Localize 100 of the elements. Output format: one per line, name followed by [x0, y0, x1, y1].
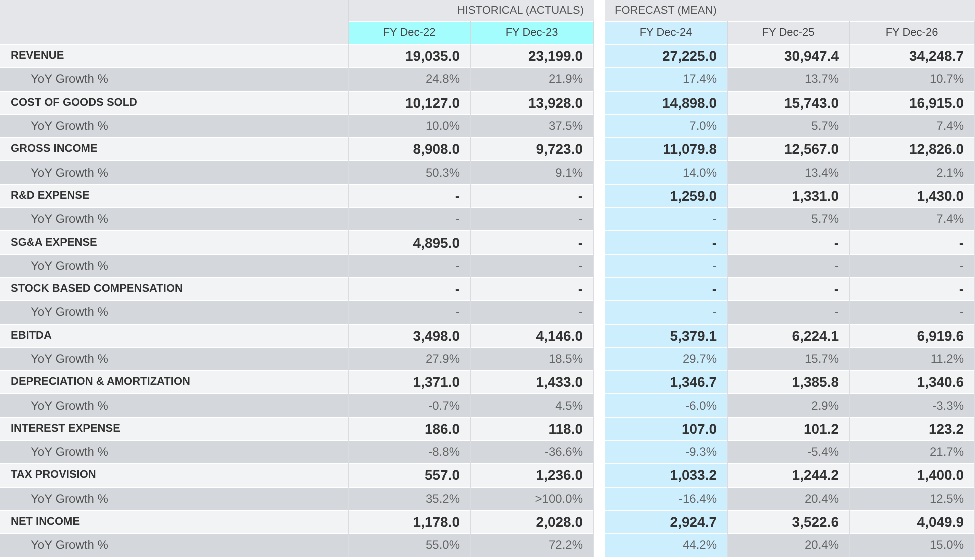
table-cell: - — [349, 207, 471, 230]
table-cell: 1,178.0 — [349, 510, 471, 534]
table-cell: 19,035.0 — [349, 44, 471, 68]
table-cell: 17.4% — [605, 67, 728, 91]
table-cell: 7.0% — [605, 114, 728, 138]
table-cell: - — [605, 276, 728, 300]
table-cell: 1,244.2 — [728, 463, 850, 487]
table-cell: - — [349, 276, 471, 300]
table-cell: - — [728, 254, 850, 277]
table-cell: - — [850, 230, 975, 254]
row-label: DEPRECIATION & AMORTIZATION — [0, 370, 349, 394]
table-cell: - — [349, 184, 471, 208]
row-label: INTEREST EXPENSE — [0, 416, 349, 440]
table-cell: 35.2% — [349, 486, 471, 510]
column-group-header: HISTORICAL (ACTUALS) — [349, 0, 594, 21]
table-cell: 3,498.0 — [349, 324, 471, 347]
table-cell: 34,248.7 — [850, 44, 975, 68]
table-cell: 118.0 — [471, 416, 594, 440]
table-cell: 1,259.0 — [605, 184, 728, 208]
table-cell: - — [471, 254, 594, 277]
table-cell: 21.9% — [471, 67, 594, 91]
row-label: EBITDA — [0, 324, 349, 347]
table-cell: 10,127.0 — [349, 90, 471, 114]
table-cell: 7.4% — [850, 207, 975, 230]
table-cell: 44.2% — [605, 533, 728, 557]
table-cell: 15.0% — [850, 533, 975, 557]
table-cell: 24.8% — [349, 67, 471, 91]
table-cell: - — [728, 300, 850, 324]
table-cell: 16,915.0 — [850, 90, 975, 114]
table-cell: 29.7% — [605, 346, 728, 370]
table-cell: 7.4% — [850, 114, 975, 138]
column-header: FY Dec-23 — [471, 21, 594, 44]
table-cell: 10.7% — [850, 67, 975, 91]
table-cell: 4,049.9 — [850, 510, 975, 534]
table-cell: 12,567.0 — [728, 137, 850, 160]
row-label: YoY Growth % — [0, 393, 349, 417]
table-cell: - — [471, 230, 594, 254]
column-group-header: FORECAST (MEAN) — [605, 0, 975, 21]
row-label: YoY Growth % — [0, 160, 349, 184]
table-cell: 1,433.0 — [471, 370, 594, 394]
table-cell: 10.0% — [349, 114, 471, 138]
column-header: FY Dec-24 — [605, 21, 728, 44]
table-cell: -8.8% — [349, 440, 471, 464]
table-cell: 72.2% — [471, 533, 594, 557]
table-cell: -16.4% — [605, 486, 728, 510]
table-cell: 123.2 — [850, 416, 975, 440]
table-cell: 20.4% — [728, 486, 850, 510]
row-label: GROSS INCOME — [0, 137, 349, 160]
table-cell: 5.7% — [728, 114, 850, 138]
row-label: R&D EXPENSE — [0, 184, 349, 208]
table-cell: 6,919.6 — [850, 324, 975, 347]
row-label: STOCK BASED COMPENSATION — [0, 276, 349, 300]
table-cell: 30,947.4 — [728, 44, 850, 68]
table-cell: -3.3% — [850, 393, 975, 417]
table-cell: >100.0% — [471, 486, 594, 510]
row-label: NET INCOME — [0, 510, 349, 534]
table-cell: - — [471, 184, 594, 208]
row-label: YoY Growth % — [0, 114, 349, 138]
table-cell: 557.0 — [349, 463, 471, 487]
table-cell: - — [605, 254, 728, 277]
table-cell: - — [850, 300, 975, 324]
table-cell: - — [850, 254, 975, 277]
row-label: REVENUE — [0, 44, 349, 68]
table-cell: 1,340.6 — [850, 370, 975, 394]
table-cell: 13.4% — [728, 160, 850, 184]
table-cell: 14.0% — [605, 160, 728, 184]
table-cell: 13.7% — [728, 67, 850, 91]
table-cell: 27.9% — [349, 346, 471, 370]
row-label: SG&A EXPENSE — [0, 230, 349, 254]
row-label: YoY Growth % — [0, 486, 349, 510]
table-cell: 3,522.6 — [728, 510, 850, 534]
table-cell: 55.0% — [349, 533, 471, 557]
table-cell: -5.4% — [728, 440, 850, 464]
table-cell: 4,895.0 — [349, 230, 471, 254]
table-cell: - — [605, 300, 728, 324]
table-cell: - — [850, 276, 975, 300]
table-cell: 4,146.0 — [471, 324, 594, 347]
column-header: FY Dec-22 — [349, 21, 471, 44]
table-cell: 18.5% — [471, 346, 594, 370]
table-cell: 50.3% — [349, 160, 471, 184]
table-cell: 2.1% — [850, 160, 975, 184]
table-cell: - — [471, 207, 594, 230]
row-label: YoY Growth % — [0, 300, 349, 324]
table-cell: 27,225.0 — [605, 44, 728, 68]
row-label: YoY Growth % — [0, 533, 349, 557]
row-label: YoY Growth % — [0, 440, 349, 464]
table-cell: -0.7% — [349, 393, 471, 417]
table-cell: 11,079.8 — [605, 137, 728, 160]
table-cell: - — [605, 207, 728, 230]
table-cell: 8,908.0 — [349, 137, 471, 160]
row-label: COST OF GOODS SOLD — [0, 90, 349, 114]
table-cell: 1,385.8 — [728, 370, 850, 394]
table-cell: -6.0% — [605, 393, 728, 417]
table-cell: 12,826.0 — [850, 137, 975, 160]
table-cell: 13,928.0 — [471, 90, 594, 114]
table-cell: 9,723.0 — [471, 137, 594, 160]
table-cell: 12.5% — [850, 486, 975, 510]
table-cell: 20.4% — [728, 533, 850, 557]
table-cell: 11.2% — [850, 346, 975, 370]
table-cell: 4.5% — [471, 393, 594, 417]
